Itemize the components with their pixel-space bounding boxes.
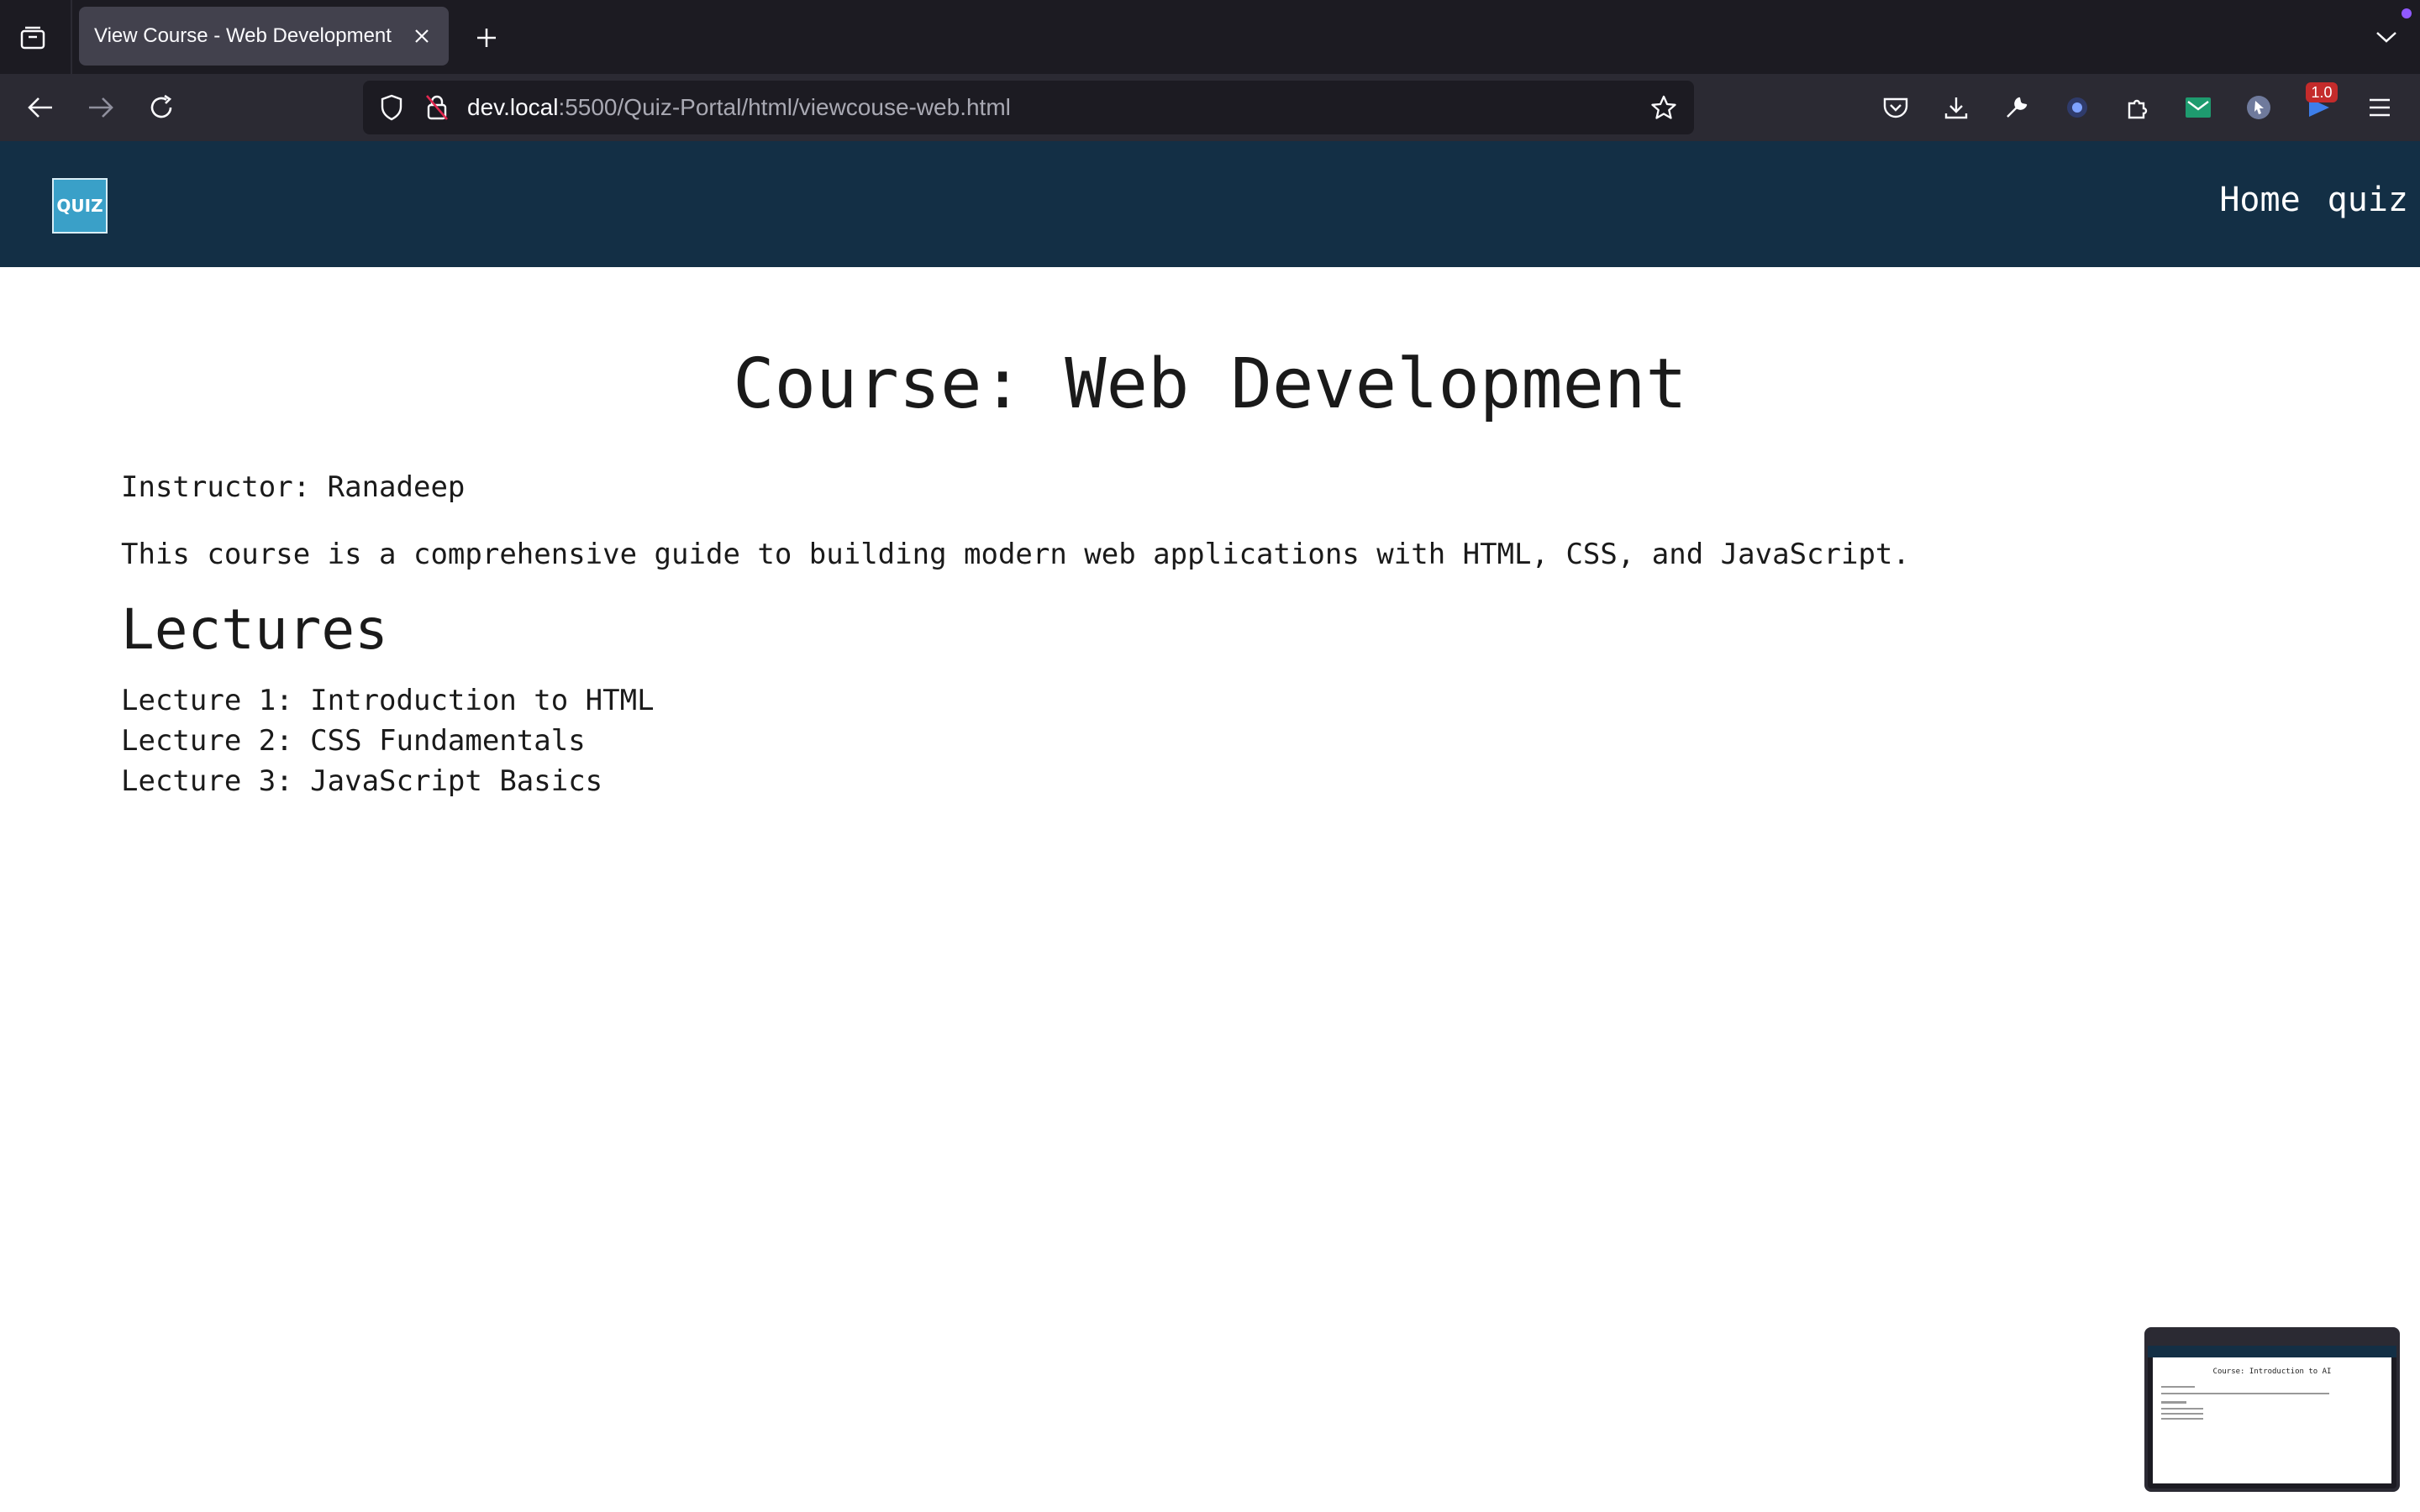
hamburger-menu-icon[interactable] — [2360, 87, 2400, 128]
extension-dark-icon[interactable] — [2057, 87, 2097, 128]
reload-icon[interactable] — [139, 86, 183, 129]
url-text[interactable]: dev.local:5500/Quiz-Portal/html/viewcous… — [467, 81, 1011, 134]
wrench-icon[interactable] — [1996, 87, 2037, 128]
thumbnail-line — [2161, 1413, 2203, 1415]
notification-dot — [2402, 8, 2412, 18]
browser-tab-bar: View Course - Web Development — [0, 0, 2420, 74]
mail-extension-icon[interactable] — [2178, 87, 2218, 128]
thumbnail-header — [2148, 1346, 2396, 1357]
back-arrow-icon[interactable] — [18, 86, 62, 129]
site-header: QUIZ Home quiz — [0, 141, 2420, 267]
thumbnail-line — [2161, 1408, 2203, 1410]
tab-separator — [71, 0, 72, 74]
lecture-item: Lecture 3: JavaScript Basics — [121, 764, 603, 798]
page-title: Course: Web Development — [733, 344, 1687, 424]
download-icon[interactable] — [1936, 87, 1976, 128]
thumbnail-line — [2161, 1401, 2186, 1404]
url-bar[interactable]: dev.local:5500/Quiz-Portal/html/viewcous… — [363, 81, 1694, 134]
active-tab[interactable]: View Course - Web Development — [79, 7, 449, 66]
thumbnail-page: Course: Introduction to AI — [2153, 1357, 2391, 1483]
url-host: dev.local — [467, 94, 559, 120]
thumbnail-line — [2161, 1418, 2203, 1420]
puzzle-icon[interactable] — [2118, 87, 2158, 128]
star-icon[interactable] — [1645, 89, 1682, 126]
browser-nav-bar: dev.local:5500/Quiz-Portal/html/viewcous… — [0, 74, 2420, 141]
pocket-icon[interactable] — [1876, 87, 1916, 128]
course-description: This course is a comprehensive guide to … — [121, 538, 1910, 571]
shield-icon[interactable] — [373, 89, 410, 126]
extension-badge: 1.0 — [2306, 82, 2338, 102]
chevron-down-icon[interactable] — [2368, 18, 2405, 55]
close-icon[interactable] — [407, 21, 437, 51]
cursor-extension-icon[interactable] — [2238, 87, 2279, 128]
quiz-logo[interactable]: QUIZ — [52, 178, 108, 234]
screenshot-thumbnail[interactable]: Course: Introduction to AI — [2144, 1327, 2400, 1492]
lock-icon[interactable] — [418, 89, 455, 126]
nav-home-link[interactable]: Home — [2219, 175, 2300, 225]
thumbnail-line — [2161, 1393, 2329, 1394]
site-nav: Home quiz — [2219, 175, 2408, 225]
tab-list-icon[interactable] — [15, 20, 50, 55]
url-path: :5500/Quiz-Portal/html/viewcouse-web.htm… — [558, 94, 1011, 120]
lecture-list: Lecture 1: Introduction to HTML Lecture … — [121, 680, 655, 801]
lecture-item: Lecture 2: CSS Fundamentals — [121, 724, 586, 758]
thumbnail-title: Course: Introduction to AI — [2212, 1368, 2332, 1376]
lecture-item: Lecture 1: Introduction to HTML — [121, 684, 655, 717]
course-instructor: Instructor: Ranadeep — [121, 470, 466, 504]
thumbnail-line — [2161, 1386, 2195, 1388]
tab-title: View Course - Web Development — [94, 24, 392, 47]
plus-icon[interactable] — [469, 20, 504, 55]
lectures-heading: Lectures — [121, 597, 388, 662]
thumbnail-chrome — [2148, 1331, 2396, 1346]
forward-arrow-icon[interactable] — [79, 86, 123, 129]
nav-quiz-link[interactable]: quiz — [2328, 175, 2408, 225]
